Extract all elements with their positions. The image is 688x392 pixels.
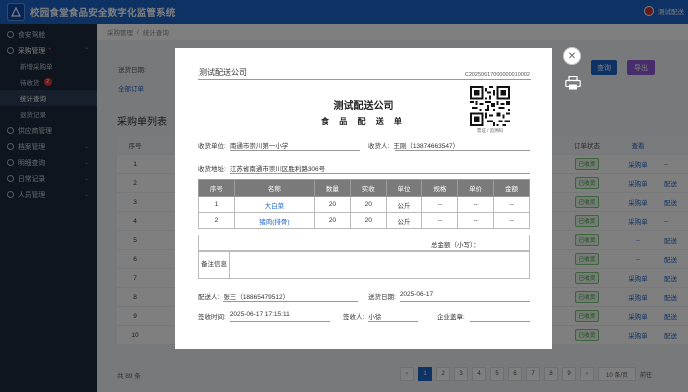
deliverer-field: 配送人: 张三（18865479512） xyxy=(198,294,290,301)
goods-row: 2 猪肉(排骨) 20 20 公斤 -- -- -- xyxy=(198,212,530,229)
remarks-box: 备注信息 xyxy=(198,251,530,279)
qr-code-icon xyxy=(470,86,510,126)
company-name-header: 测试配送公司 xyxy=(199,68,247,77)
header-divider xyxy=(198,79,531,80)
goods-table-header: 序号 名称 数量 实收 单位 规格 单价 金额 xyxy=(198,179,530,197)
total-amount-label: 总金额（小写）： xyxy=(431,242,480,249)
total-amount-row: 总金额（小写）： xyxy=(198,235,530,251)
sign-time-field: 签收时间: 2025-06-17 17:15:11 xyxy=(198,311,290,321)
goods-table: 序号 名称 数量 实收 单位 规格 单价 金额 1 大白菜 20 20 公斤 -… xyxy=(198,179,530,229)
qr-code-label: 票证 / 追溯码 xyxy=(476,128,504,133)
receiver-field: 收货人: 王刚（13874663547） xyxy=(368,143,460,150)
close-icon[interactable]: ✕ xyxy=(564,48,580,64)
remarks-content xyxy=(230,252,529,278)
document-number: C20250617000000010002 xyxy=(464,72,530,78)
signer-field: 签收人: 小徐 xyxy=(343,314,382,321)
printer-icon[interactable] xyxy=(565,76,581,90)
address-field: 收货地址: 江苏省南通市崇川区胜利路306号 xyxy=(198,166,326,173)
delivery-date-field: 送货日期: 2025-06-17 xyxy=(368,291,434,301)
receiver-unit-field: 收货单位: 南通市崇川第一小学 xyxy=(198,143,289,150)
delivery-note-modal: 测试配送公司 C20250617000000010002 测试配送公司 食 品 … xyxy=(175,48,552,349)
remarks-label: 备注信息 xyxy=(199,252,230,278)
goods-name-link[interactable]: 猪肉(排骨) xyxy=(233,212,316,229)
goods-row: 1 大白菜 20 20 公斤 -- -- -- xyxy=(198,196,530,213)
stamp-field: 企业盖章: xyxy=(437,314,465,321)
goods-name-link[interactable]: 大白菜 xyxy=(233,196,316,213)
app-root: 校园食堂食品安全数字化监管系统 测试配送 食安驾舱 采购管理*⌃ 新增采购单 待… xyxy=(0,0,688,392)
